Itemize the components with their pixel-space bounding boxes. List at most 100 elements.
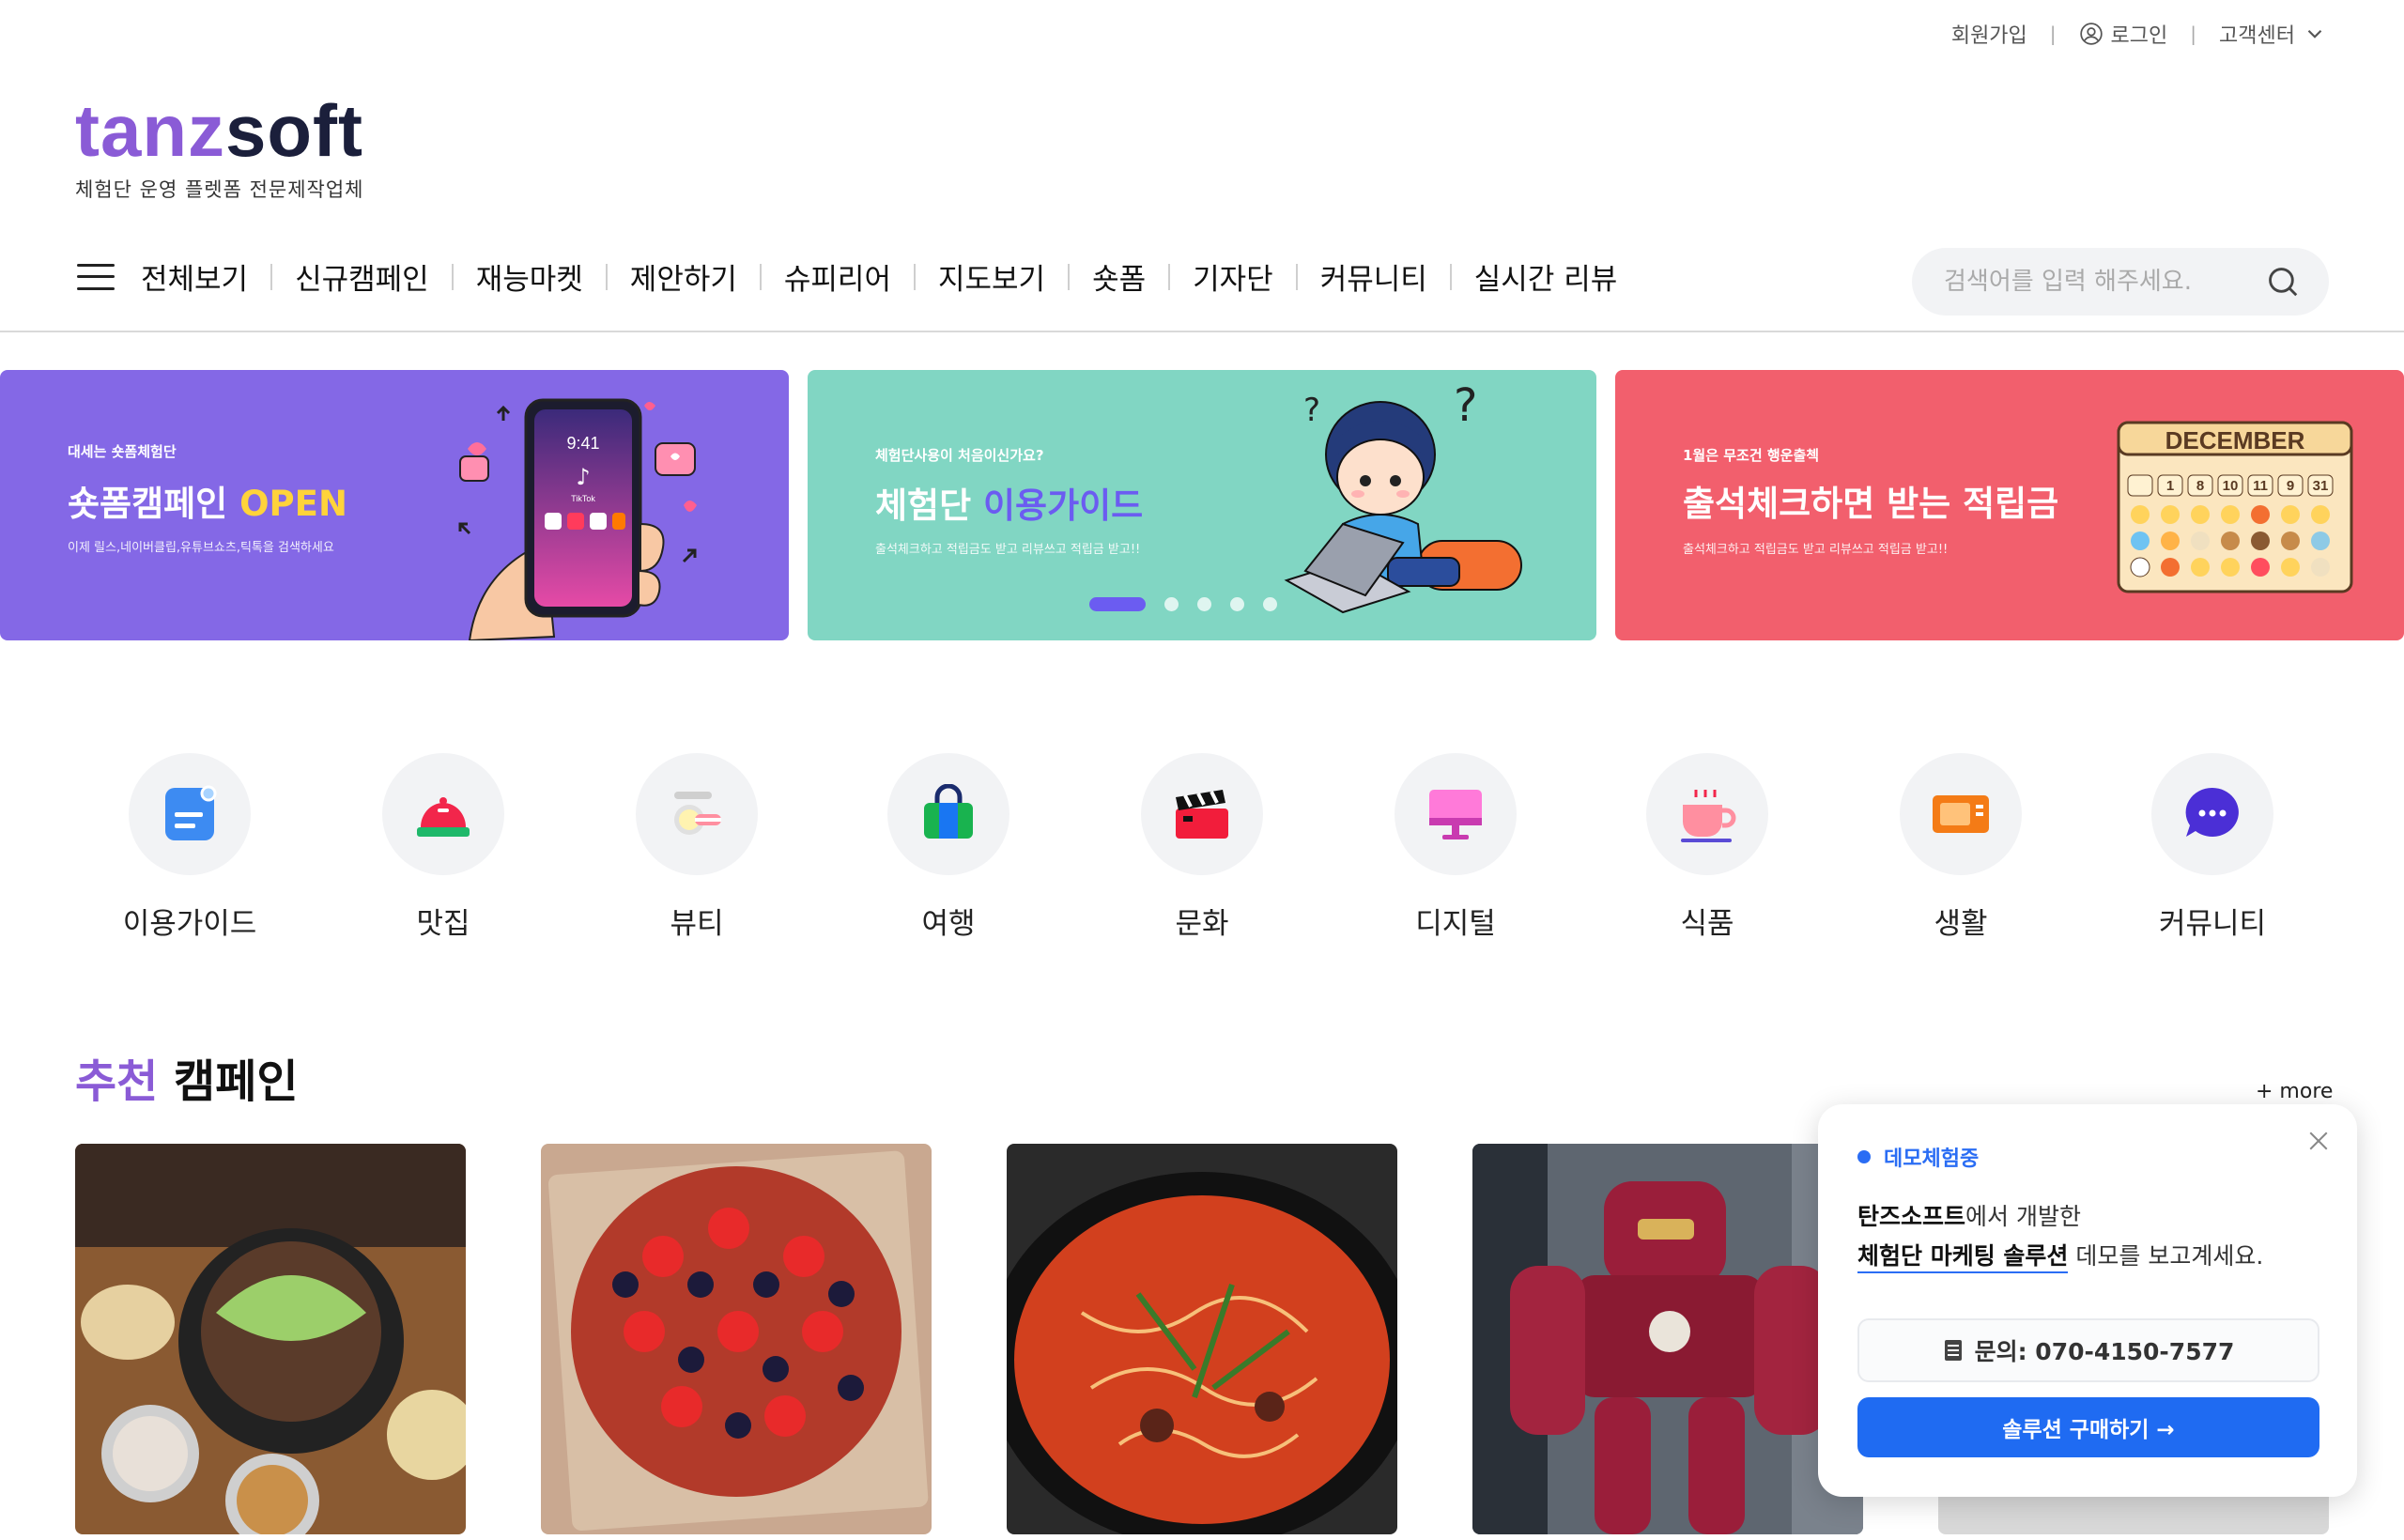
demo-status-badge: 데모체험중 bbox=[1857, 1142, 1979, 1172]
nav-item-new-campaign[interactable]: 신규캠페인 bbox=[295, 255, 429, 298]
girl-with-laptop-illustration: ? ? bbox=[1284, 383, 1522, 614]
category-label: 맛집 bbox=[416, 907, 470, 941]
hamburger-menu-icon[interactable] bbox=[77, 263, 115, 290]
chat-bubble-icon bbox=[2185, 787, 2239, 837]
utility-bar: 회원가입 | 로그인 | 고객센터 bbox=[1951, 19, 2327, 49]
close-icon[interactable] bbox=[2304, 1127, 2333, 1155]
buy-solution-button[interactable]: 솔루션 구매하기 → bbox=[1857, 1397, 2319, 1457]
svg-text:DECEMBER: DECEMBER bbox=[2165, 426, 2305, 454]
campaign-thumbnail-stew bbox=[1007, 1144, 1397, 1534]
campaign-card[interactable] bbox=[1472, 1144, 1863, 1534]
popup-line2: 체험단 마케팅 솔루션 데모를 보고계세요. bbox=[1857, 1238, 2263, 1273]
category-restaurant[interactable]: 맛집 bbox=[340, 753, 547, 942]
category-digital[interactable]: 디지털 bbox=[1352, 753, 1559, 942]
category-guide[interactable]: 이용가이드 bbox=[86, 753, 293, 942]
category-icon-wrap bbox=[1900, 753, 2022, 875]
slider-dot[interactable] bbox=[1230, 597, 1244, 611]
support-dropdown[interactable]: 고객센터 bbox=[2219, 19, 2327, 49]
user-circle-icon bbox=[2079, 23, 2103, 45]
banner-eyebrow: 대세는 숏폼체험단 bbox=[68, 443, 177, 460]
campaign-card[interactable] bbox=[75, 1144, 466, 1534]
category-label: 생활 bbox=[1934, 907, 1988, 941]
slider-dot[interactable] bbox=[1164, 597, 1179, 611]
nav-item-community[interactable]: 커뮤니티 bbox=[1320, 255, 1427, 298]
nav-item-shortform[interactable]: 숏폼 bbox=[1092, 255, 1146, 298]
category-label: 여행 bbox=[921, 907, 976, 941]
slider-dot[interactable] bbox=[1089, 597, 1146, 611]
svg-text:9:41: 9:41 bbox=[566, 434, 599, 453]
cloche-icon bbox=[417, 797, 470, 837]
signup-label: 회원가입 bbox=[1950, 24, 2027, 48]
nav-item-all[interactable]: 전체보기 bbox=[141, 255, 248, 298]
banner-description: 출석체크하고 적립금도 받고 리뷰쓰고 적립금 받고!! bbox=[875, 543, 1141, 557]
nav-item-talent-market[interactable]: 재능마켓 bbox=[476, 255, 583, 298]
nav-divider bbox=[605, 263, 608, 290]
shopping-bag-icon bbox=[924, 784, 973, 839]
nav-item-reporters[interactable]: 기자단 bbox=[1193, 255, 1273, 298]
coffee-cup-icon bbox=[1681, 790, 1736, 842]
badge-label: 데모체험중 bbox=[1884, 1147, 1980, 1171]
util-divider: | bbox=[2190, 23, 2197, 45]
signup-link[interactable]: 회원가입 bbox=[1951, 19, 2027, 49]
clapperboard-icon bbox=[1176, 790, 1228, 839]
svg-text:?: ? bbox=[1303, 392, 1320, 429]
category-travel[interactable]: 여행 bbox=[845, 753, 1052, 942]
nav-item-propose[interactable]: 제안하기 bbox=[630, 255, 737, 298]
nav-divider bbox=[913, 263, 916, 290]
contact-label: 문의: 070-4150-7577 bbox=[1974, 1338, 2235, 1365]
microwave-icon bbox=[1933, 795, 1989, 833]
monitor-icon bbox=[1429, 790, 1482, 839]
search-input[interactable] bbox=[1944, 268, 2265, 296]
logo-part2: soft bbox=[225, 89, 363, 172]
chevron-down-icon bbox=[2307, 29, 2322, 38]
slider-dot[interactable] bbox=[1197, 597, 1211, 611]
logo-part1: tanz bbox=[75, 89, 225, 172]
svg-text:10: 10 bbox=[2223, 478, 2239, 494]
category-icon-wrap bbox=[1141, 753, 1263, 875]
more-link[interactable]: + more bbox=[2256, 1080, 2333, 1103]
nav-item-superior[interactable]: 슈피리어 bbox=[784, 255, 891, 298]
banner-description: 출석체크하고 적립금도 받고 리뷰쓰고 적립금 받고!! bbox=[1683, 543, 1949, 557]
contact-phone[interactable]: 문의: 070-4150-7577 bbox=[1857, 1318, 2319, 1382]
nav-divider bbox=[759, 263, 762, 290]
svg-text:11: 11 bbox=[2253, 478, 2268, 494]
category-community[interactable]: 커뮤니티 bbox=[2109, 753, 2316, 942]
banner-shortform[interactable]: 대세는 숏폼체험단 숏폼캠페인 OPEN 이제 릴스,네이버클립,유튜브쇼츠,틱… bbox=[0, 370, 789, 640]
banner-eyebrow: 1월은 무조건 행운출첵 bbox=[1683, 447, 1820, 464]
logo-wordmark: tanzsoft bbox=[75, 94, 364, 167]
calendar-illustration: DECEMBER 1 8 10 11 9 31 bbox=[2117, 421, 2353, 593]
category-icon-wrap bbox=[1646, 753, 1768, 875]
category-label: 이용가이드 bbox=[122, 907, 257, 941]
banner-attendance[interactable]: 1월은 무조건 행운출첵 출석체크하면 받는 적립금 출석체크하고 적립금도 받… bbox=[1615, 370, 2404, 640]
svg-text:1: 1 bbox=[2166, 478, 2174, 494]
document-lines-icon bbox=[1944, 1340, 1962, 1361]
category-living[interactable]: 생활 bbox=[1857, 753, 2064, 942]
category-culture[interactable]: 문화 bbox=[1099, 753, 1305, 942]
banner-eyebrow: 체험단사용이 처음이신가요? bbox=[875, 447, 1044, 464]
login-link[interactable]: 로그인 bbox=[2079, 19, 2168, 49]
banner-guide[interactable]: 체험단사용이 처음이신가요? 체험단 이용가이드 출석체크하고 적립금도 받고 … bbox=[808, 370, 1596, 640]
category-food[interactable]: 식품 bbox=[1604, 753, 1811, 942]
nav-item-live-review[interactable]: 실시간 리뷰 bbox=[1474, 255, 1617, 298]
search-icon[interactable] bbox=[2265, 264, 2301, 300]
category-beauty[interactable]: 뷰티 bbox=[593, 753, 800, 942]
slider-dot[interactable] bbox=[1263, 597, 1277, 611]
campaign-card[interactable] bbox=[541, 1144, 932, 1534]
search-bar bbox=[1912, 248, 2329, 316]
category-label: 디지털 bbox=[1415, 907, 1496, 941]
campaign-thumbnail-tart bbox=[541, 1144, 932, 1534]
category-icon-wrap bbox=[887, 753, 1009, 875]
svg-text:TikTok: TikTok bbox=[571, 494, 595, 503]
login-label: 로그인 bbox=[2110, 24, 2168, 48]
nav-item-map[interactable]: 지도보기 bbox=[938, 255, 1045, 298]
status-dot-icon bbox=[1857, 1150, 1871, 1163]
cosmetics-icon bbox=[674, 792, 721, 835]
campaign-card[interactable] bbox=[1007, 1144, 1397, 1534]
nav-divider bbox=[1449, 263, 1452, 290]
svg-text:31: 31 bbox=[2313, 478, 2329, 494]
category-label: 커뮤니티 bbox=[2158, 907, 2267, 941]
phone-in-hand-illustration: 9:41 ♪ TikTok bbox=[458, 398, 697, 640]
site-logo[interactable]: tanzsoft 체험단 운영 플렛폼 전문제작업체 bbox=[75, 94, 364, 203]
header-divider bbox=[0, 331, 2404, 332]
category-label: 문화 bbox=[1175, 907, 1229, 941]
